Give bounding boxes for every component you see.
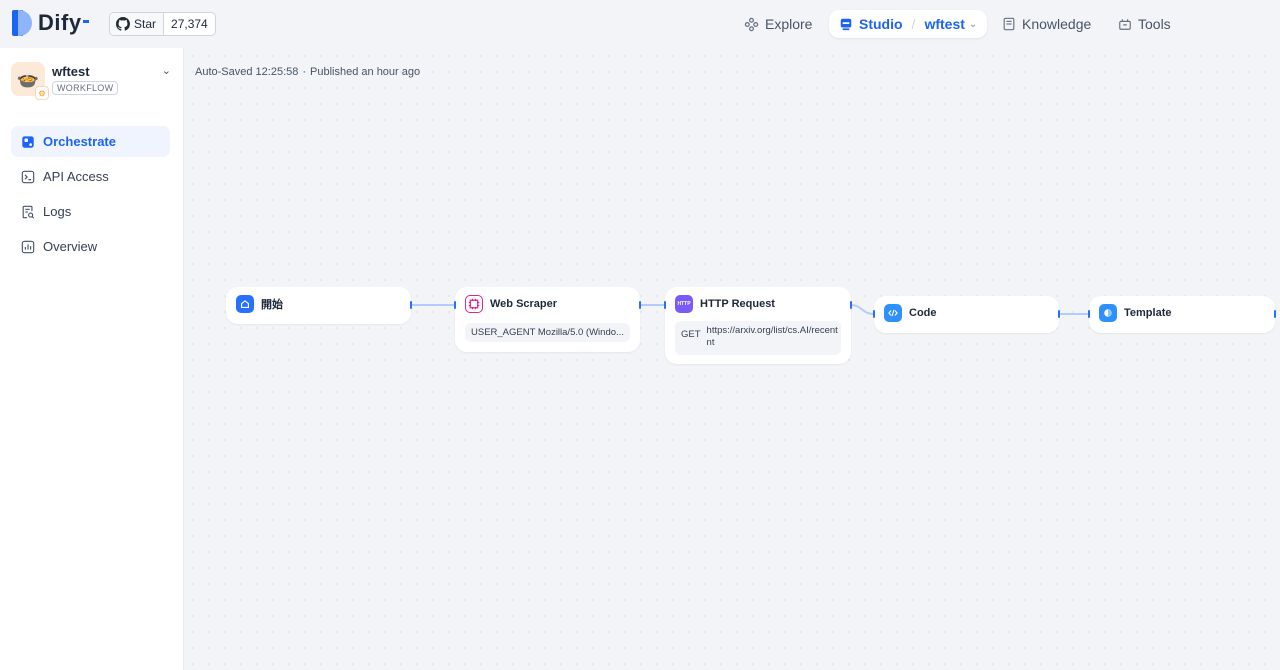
node-input-handle[interactable]: [454, 301, 456, 309]
node-title: Web Scraper: [490, 298, 558, 310]
node-start[interactable]: 開始: [226, 287, 412, 324]
code-icon: [884, 304, 902, 322]
template-icon: [1099, 304, 1117, 322]
node-template[interactable]: Template: [1088, 296, 1276, 333]
http-url: https://arxiv.org/list/cs.AI/recent: [706, 325, 838, 336]
workflow-edges: [411, 304, 1089, 315]
node-input-handle[interactable]: [664, 301, 666, 309]
node-title: 開始: [261, 299, 283, 311]
node-web-scraper[interactable]: Web Scraper USER_AGENT Mozilla/5.0 (Wind…: [454, 287, 641, 352]
node-input-handle[interactable]: [1088, 310, 1090, 318]
http-method: GET: [681, 329, 701, 340]
node-input-handle[interactable]: [873, 310, 875, 318]
node-title: Code: [909, 307, 937, 319]
param-key: USER_AGENT: [471, 327, 536, 338]
node-output-handle[interactable]: [410, 301, 412, 309]
node-code[interactable]: Code: [873, 296, 1060, 333]
scraper-icon: [465, 295, 483, 313]
node-http-request[interactable]: HTTP HTTP Request GET https://arxiv.org/…: [664, 287, 852, 364]
http-icon: HTTP: [675, 295, 693, 313]
http-url-wrap: nt: [706, 337, 715, 348]
node-title: HTTP Request: [700, 298, 775, 310]
node-param: USER_AGENT Mozilla/5.0 (Windo...: [465, 323, 630, 342]
node-output-handle[interactable]: [850, 301, 852, 309]
edge-http-to-code[interactable]: [850, 304, 875, 315]
param-value: Mozilla/5.0 (Windo...: [537, 327, 624, 338]
node-output-handle[interactable]: [639, 301, 641, 309]
node-output-handle[interactable]: [1274, 310, 1276, 318]
node-title: Template: [1124, 307, 1172, 319]
node-output-handle[interactable]: [1058, 310, 1060, 318]
home-icon: [236, 295, 254, 313]
node-param: GET https://arxiv.org/list/cs.AI/recent n…: [675, 321, 841, 355]
